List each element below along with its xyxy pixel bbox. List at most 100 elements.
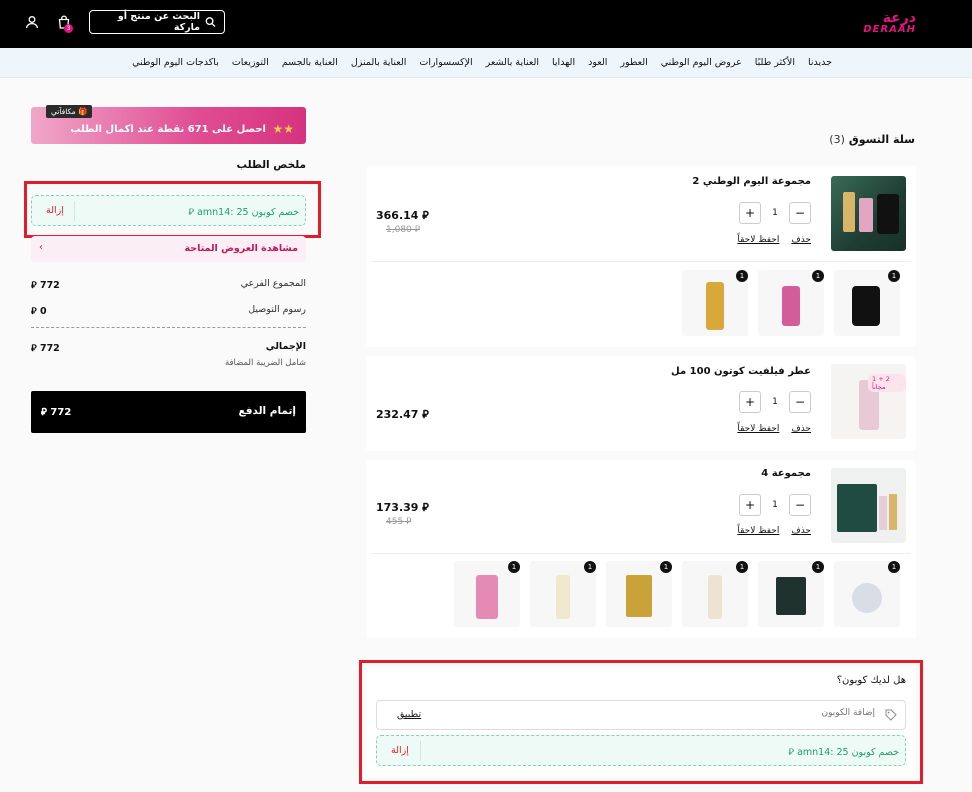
vat-note: شامل الضريبة المضافة	[224, 358, 306, 368]
bottle-image	[782, 286, 800, 326]
bundle-qty-badge: 1	[736, 561, 748, 573]
promo-badge: 1 + 2 مجاناً	[868, 374, 906, 392]
coupon-question: هل لديك كوبون؟	[836, 675, 906, 686]
coupon-section: هل لديك كوبون؟ تطبيق خصم كوبون amn14: 25…	[366, 667, 916, 777]
category-nav: جديدنا الأكثر طلبًا عروض اليوم الوطني العطو…	[0, 48, 972, 78]
increase-qty-button[interactable]: +	[739, 391, 761, 413]
decrease-qty-button[interactable]: −	[789, 494, 811, 516]
nav-item[interactable]: العود	[588, 57, 607, 68]
apply-coupon-button[interactable]: تطبيق	[397, 709, 421, 720]
decrease-qty-button[interactable]: −	[789, 202, 811, 224]
nav-item[interactable]: العناية بالمنزل	[351, 57, 407, 68]
bundle-item: 1	[606, 561, 672, 627]
item-actions: حذف احفظ لاحقاً	[737, 424, 811, 434]
view-offers-button[interactable]: مشاهدة العروض المتاحة ›	[31, 236, 306, 262]
quantity-value: 1	[772, 208, 778, 218]
nav-item[interactable]: العناية بالجسم	[282, 57, 338, 68]
delete-link[interactable]: حذف	[791, 424, 811, 434]
delete-link[interactable]: حذف	[791, 235, 811, 245]
subtotal-label: المجموع الفرعي	[240, 278, 306, 289]
quantity-stepper: + 1 −	[739, 494, 811, 516]
search-bar[interactable]: البحث عن منتج أو ماركة	[89, 10, 225, 34]
applied-coupon-text: خصم كوبون amn14: 25 ⃁	[188, 207, 299, 218]
save-later-link[interactable]: احفظ لاحقاً	[737, 235, 779, 245]
nav-item[interactable]: باكدجات اليوم الوطني	[132, 57, 219, 68]
subtotal-value: 772 ⃁	[31, 280, 60, 291]
rewards-banner[interactable]: ★★ احصل على 671 نقطة عند اكمال الطلب 🎁 م…	[31, 105, 306, 144]
item-price: 173.39 ⃁	[376, 501, 429, 514]
product-name[interactable]: مجموعة اليوم الوطني 2	[692, 176, 811, 187]
rewards-tag[interactable]: 🎁 مكافآتي	[46, 105, 93, 118]
bundle-item: 1	[758, 270, 824, 336]
quantity-value: 1	[772, 397, 778, 407]
bottle-image	[706, 282, 724, 330]
bundle-item: 1	[454, 561, 520, 627]
nav-item[interactable]: الإكسسوارات	[419, 57, 472, 68]
stars-icon: ★★	[272, 122, 294, 136]
bundle-qty-badge: 1	[812, 270, 824, 282]
decrease-qty-button[interactable]: −	[789, 391, 811, 413]
applied-coupon-summary: خصم كوبون amn14: 25 ⃁ إزالة	[31, 195, 306, 226]
bottle-image	[889, 494, 897, 530]
search-icon	[205, 17, 216, 28]
save-later-link[interactable]: احفظ لاحقاً	[737, 526, 779, 536]
bottle-image	[626, 575, 652, 617]
bundle-item: 1	[682, 270, 748, 336]
checkout-label: إتمام الدفع	[238, 405, 296, 417]
bundle-divider	[371, 553, 911, 554]
rewards-tag-label: مكافآتي	[51, 107, 76, 116]
cart-item: مجموعة اليوم الوطني 2 + 1 − حذف احفظ لاح…	[366, 166, 916, 347]
coupon-input[interactable]	[575, 708, 875, 718]
search-placeholder: البحث عن منتج أو ماركة	[117, 11, 201, 33]
delete-link[interactable]: حذف	[791, 526, 811, 536]
nav-item[interactable]: جديدنا	[808, 57, 832, 68]
offers-label: مشاهدة العروض المتاحة	[184, 243, 298, 254]
bottle-image	[708, 575, 722, 619]
nav-item[interactable]: الأكثر طلبًا	[755, 57, 795, 68]
rewards-text: احصل على 671 نقطة عند اكمال الطلب	[70, 124, 266, 135]
chevron-left-icon: ›	[39, 242, 43, 253]
user-icon[interactable]	[25, 15, 39, 29]
quantity-stepper: + 1 −	[739, 391, 811, 413]
product-image[interactable]: 1 + 2 مجاناً	[831, 364, 906, 439]
box-image	[776, 577, 806, 615]
cart-item: 1 + 2 مجاناً عطر فيلفيت كوتون 100 مل + 1…	[366, 356, 916, 451]
product-image[interactable]	[831, 176, 906, 251]
save-later-link[interactable]: احفظ لاحقاً	[737, 424, 779, 434]
nav-item[interactable]: عروض اليوم الوطني	[661, 57, 742, 68]
bottle-image	[556, 575, 570, 619]
checkout-button[interactable]: إتمام الدفع 772 ⃁	[31, 391, 306, 433]
cart-count-badge: 3	[64, 24, 73, 33]
nav-item[interactable]: العطور	[620, 57, 647, 68]
remove-coupon-button[interactable]: إزالة	[391, 745, 409, 756]
item-actions: حذف احفظ لاحقاً	[737, 235, 811, 245]
product-name[interactable]: مجموعة 4	[761, 468, 811, 479]
bundle-qty-badge: 1	[812, 561, 824, 573]
increase-qty-button[interactable]: +	[739, 494, 761, 516]
item-price: 232.47 ⃁	[376, 408, 429, 421]
coupon-input-box: تطبيق	[376, 700, 906, 730]
brand-logo[interactable]: درعة DERAAH	[852, 10, 916, 36]
product-image[interactable]	[831, 468, 906, 543]
nav-item[interactable]: العناية بالشعر	[486, 57, 539, 68]
product-name[interactable]: عطر فيلفيت كوتون 100 مل	[671, 366, 811, 377]
nav-item[interactable]: الهدايا	[552, 57, 575, 68]
applied-coupon: خصم كوبون amn14: 25 ⃁ إزالة	[376, 735, 906, 766]
bundle-divider	[371, 261, 911, 262]
bundle-qty-badge: 1	[736, 270, 748, 282]
bundle-qty-badge: 1	[888, 561, 900, 573]
top-header: درعة DERAAH البحث عن منتج أو ماركة 3	[0, 0, 972, 48]
item-price: 366.14 ⃁	[376, 209, 429, 222]
bundle-qty-badge: 1	[584, 561, 596, 573]
total-label: الإجمالي	[265, 341, 306, 352]
bundle-item: 1	[682, 561, 748, 627]
bottle-image	[476, 575, 498, 619]
increase-qty-button[interactable]: +	[739, 202, 761, 224]
nav-item[interactable]: التوزيعات	[232, 57, 269, 68]
cart-title: سلة التسوق(3)	[829, 133, 915, 146]
bundle-qty-badge: 1	[508, 561, 520, 573]
cart-item: مجموعة 4 + 1 − حذف احفظ لاحقاً 173.39 ⃁ …	[366, 460, 916, 638]
bundle-item: 1	[834, 270, 900, 336]
remove-coupon-button[interactable]: إزالة	[46, 205, 64, 216]
item-original-price: 1,080 ⃁	[386, 225, 420, 235]
